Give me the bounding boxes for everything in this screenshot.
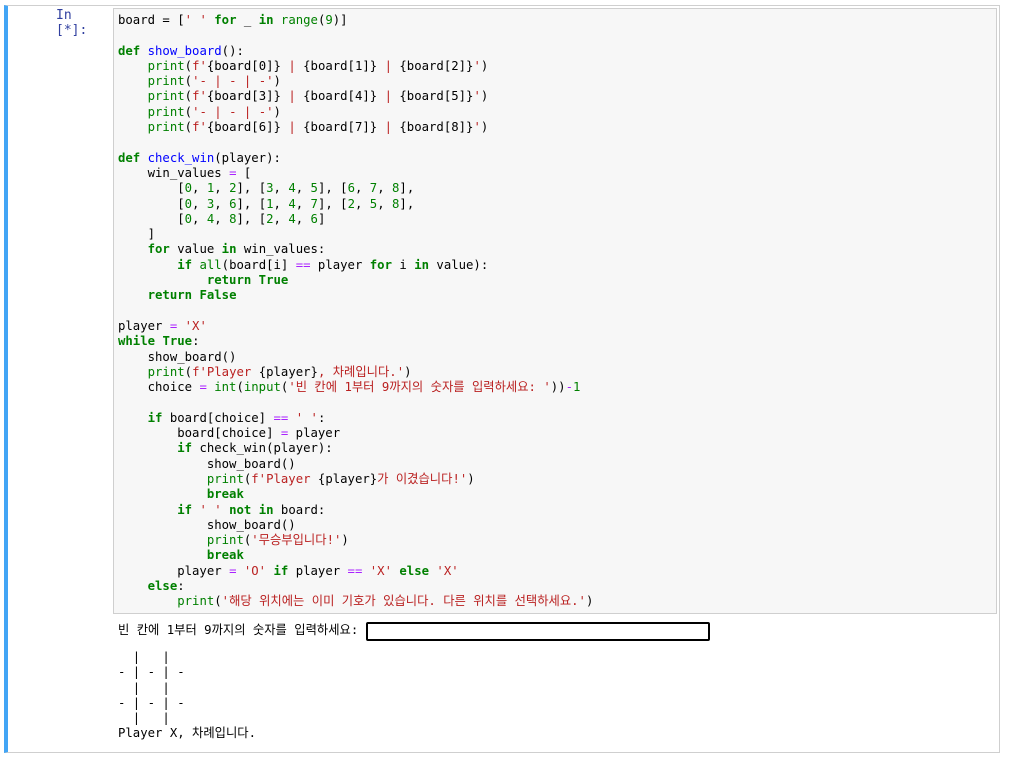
code-line: show_board()	[118, 456, 296, 471]
cell-prompt: In [*]:	[56, 8, 88, 39]
code-line: print(f'{board[3]} | {board[4]} | {board…	[147, 89, 489, 104]
code-line: [0, 1, 2], [3, 4, 5], [6, 7, 8],	[118, 181, 415, 196]
code-line: return False	[147, 288, 237, 303]
stdin-input[interactable]	[366, 621, 711, 641]
code-line: print('- | - | -')	[147, 74, 281, 89]
code-line: ]	[118, 227, 156, 242]
code-line: print('해당 위치에는 이미 기호가 있습니다. 다른 위치를 선택하세요…	[177, 594, 594, 609]
code-editor[interactable]: board = [' ' for _ in range(9)] def show…	[113, 8, 997, 614]
code-line: break	[206, 487, 244, 502]
code-line: if check_win(player):	[177, 441, 333, 456]
code-line: print('무승부입니다!')	[206, 533, 349, 548]
stdin-row: 빈 칸에 1부터 9까지의 숫자를 입력하세요:	[118, 621, 711, 641]
code-line: player = 'O' if player == 'X' else 'X'	[118, 563, 459, 578]
code-line: [0, 3, 6], [1, 4, 7], [2, 5, 8],	[118, 196, 415, 211]
stdout-text: | | - | - | - | | - | - | - | | Player X…	[118, 650, 257, 741]
code-line: break	[206, 548, 244, 563]
code-line: choice = int(input('빈 칸에 1부터 9까지의 숫자를 입력…	[118, 380, 581, 395]
code-line: print(f'Player {player}가 이겼습니다!')	[206, 471, 475, 486]
code-line: if board[choice] == ' ':	[147, 410, 326, 425]
code-line: if ' ' not in board:	[177, 502, 326, 517]
code-line: else:	[147, 578, 185, 593]
code-line: print('- | - | -')	[147, 104, 281, 119]
code-line: for value in win_values:	[147, 242, 326, 257]
code-line: show_board()	[118, 517, 296, 532]
code-line: show_board()	[118, 349, 237, 364]
code-line: def show_board():	[118, 43, 244, 58]
code-line: while True:	[118, 334, 200, 349]
code-line: if all(board[i] == player for i in value…	[177, 257, 489, 272]
code-text: board = [' ' for _ in range(9)] def show…	[118, 13, 593, 610]
code-line: player = 'X'	[118, 318, 207, 333]
code-line: print(f'Player {player}, 차례입니다.')	[147, 364, 412, 379]
code-line: board = [' ' for _ in range(9)]	[118, 13, 348, 27]
cell-output: 빈 칸에 1부터 9까지의 숫자를 입력하세요: | | - | - | - |…	[118, 621, 711, 742]
code-line: win_values = [	[118, 165, 252, 180]
code-line: return True	[206, 273, 289, 288]
code-line: print(f'{board[6]} | {board[7]} | {board…	[147, 120, 489, 135]
stdin-prompt: 빈 칸에 1부터 9까지의 숫자를 입력하세요:	[118, 623, 359, 638]
code-line: board[choice] = player	[118, 426, 341, 441]
code-line: [0, 4, 8], [2, 4, 6]	[118, 211, 326, 226]
code-line: print(f'{board[0]} | {board[1]} | {board…	[147, 58, 489, 73]
code-line: def check_win(player):	[118, 150, 281, 165]
